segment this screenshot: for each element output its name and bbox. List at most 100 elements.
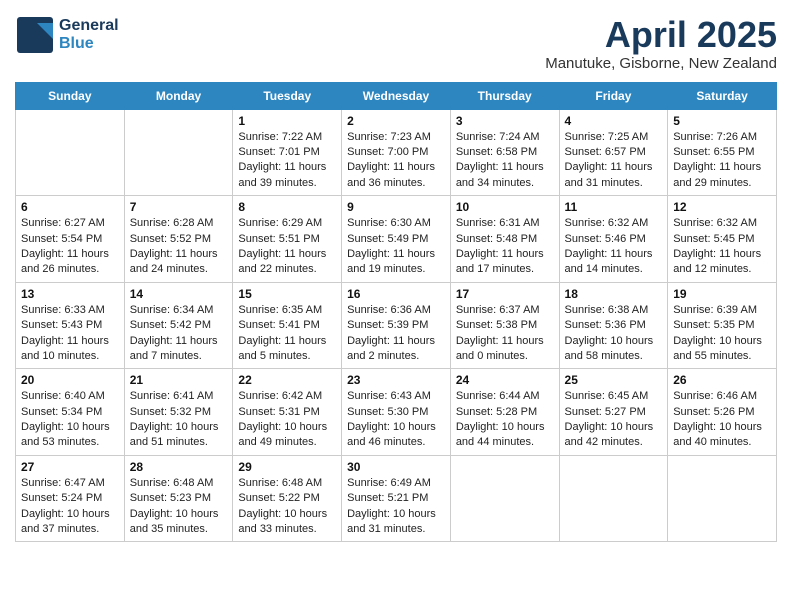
calendar-cell: [668, 455, 777, 542]
day-info: Sunrise: 6:47 AMSunset: 5:24 PMDaylight:…: [21, 476, 119, 538]
day-number: 12: [673, 200, 771, 214]
day-info: Sunrise: 6:28 AMSunset: 5:52 PMDaylight:…: [130, 216, 228, 278]
day-info: Sunrise: 6:48 AMSunset: 5:22 PMDaylight:…: [238, 476, 336, 538]
calendar-cell: 1 Sunrise: 7:22 AMSunset: 7:01 PMDaylight…: [233, 109, 342, 196]
day-number: 1: [238, 114, 336, 128]
title-block: April 2025 Manutuke, Gisborne, New Zeala…: [545, 15, 777, 72]
weekday-header-thursday: Thursday: [450, 82, 559, 109]
day-info: Sunrise: 7:26 AMSunset: 6:55 PMDaylight:…: [673, 130, 771, 192]
day-info: Sunrise: 7:23 AMSunset: 7:00 PMDaylight:…: [347, 130, 445, 192]
day-info: Sunrise: 6:39 AMSunset: 5:35 PMDaylight:…: [673, 303, 771, 365]
day-number: 4: [565, 114, 663, 128]
day-info: Sunrise: 6:29 AMSunset: 5:51 PMDaylight:…: [238, 216, 336, 278]
day-info: Sunrise: 6:36 AMSunset: 5:39 PMDaylight:…: [347, 303, 445, 365]
day-info: Sunrise: 7:25 AMSunset: 6:57 PMDaylight:…: [565, 130, 663, 192]
day-number: 15: [238, 287, 336, 301]
calendar-week-1: 1 Sunrise: 7:22 AMSunset: 7:01 PMDaylight…: [16, 109, 777, 196]
day-info: Sunrise: 6:42 AMSunset: 5:31 PMDaylight:…: [238, 389, 336, 451]
day-info: Sunrise: 6:45 AMSunset: 5:27 PMDaylight:…: [565, 389, 663, 451]
day-info: Sunrise: 6:46 AMSunset: 5:26 PMDaylight:…: [673, 389, 771, 451]
day-number: 20: [21, 373, 119, 387]
calendar-cell: 29 Sunrise: 6:48 AMSunset: 5:22 PMDayligh…: [233, 455, 342, 542]
day-number: 6: [21, 200, 119, 214]
calendar-cell: 20 Sunrise: 6:40 AMSunset: 5:34 PMDayligh…: [16, 369, 125, 456]
calendar-cell: 13 Sunrise: 6:33 AMSunset: 5:43 PMDayligh…: [16, 282, 125, 369]
day-info: Sunrise: 6:33 AMSunset: 5:43 PMDaylight:…: [21, 303, 119, 365]
day-number: 25: [565, 373, 663, 387]
calendar-cell: [16, 109, 125, 196]
calendar-cell: 30Sunrise: 6:49 AMSunset: 5:21 PMDayligh…: [342, 455, 451, 542]
calendar-cell: 19 Sunrise: 6:39 AMSunset: 5:35 PMDayligh…: [668, 282, 777, 369]
day-number: 21: [130, 373, 228, 387]
calendar-cell: 6 Sunrise: 6:27 AMSunset: 5:54 PMDaylight…: [16, 196, 125, 283]
calendar-cell: 22 Sunrise: 6:42 AMSunset: 5:31 PMDayligh…: [233, 369, 342, 456]
day-number: 13: [21, 287, 119, 301]
day-number: 30: [347, 460, 445, 474]
weekday-header-tuesday: Tuesday: [233, 82, 342, 109]
month-year-title: April 2025: [545, 15, 777, 55]
weekday-header-saturday: Saturday: [668, 82, 777, 109]
day-number: 16: [347, 287, 445, 301]
calendar-cell: [559, 455, 668, 542]
day-info: Sunrise: 6:34 AMSunset: 5:42 PMDaylight:…: [130, 303, 228, 365]
day-number: 10: [456, 200, 554, 214]
weekday-header-row: SundayMondayTuesdayWednesdayThursdayFrid…: [16, 82, 777, 109]
weekday-header-wednesday: Wednesday: [342, 82, 451, 109]
calendar-cell: 9Sunrise: 6:30 AMSunset: 5:49 PMDaylight…: [342, 196, 451, 283]
calendar-cell: 24 Sunrise: 6:44 AMSunset: 5:28 PMDayligh…: [450, 369, 559, 456]
logo-general: General: [59, 17, 119, 35]
calendar-cell: 5 Sunrise: 7:26 AMSunset: 6:55 PMDaylight…: [668, 109, 777, 196]
day-number: 19: [673, 287, 771, 301]
weekday-header-monday: Monday: [124, 82, 233, 109]
day-info: Sunrise: 6:31 AMSunset: 5:48 PMDaylight:…: [456, 216, 554, 278]
logo-blue: Blue: [59, 35, 119, 53]
day-number: 3: [456, 114, 554, 128]
day-info: Sunrise: 6:37 AMSunset: 5:38 PMDaylight:…: [456, 303, 554, 365]
calendar-week-3: 13 Sunrise: 6:33 AMSunset: 5:43 PMDayligh…: [16, 282, 777, 369]
calendar-cell: 3 Sunrise: 7:24 AMSunset: 6:58 PMDaylight…: [450, 109, 559, 196]
calendar-cell: 2Sunrise: 7:23 AMSunset: 7:00 PMDaylight…: [342, 109, 451, 196]
day-number: 5: [673, 114, 771, 128]
calendar-cell: 23Sunrise: 6:43 AMSunset: 5:30 PMDayligh…: [342, 369, 451, 456]
day-info: Sunrise: 6:40 AMSunset: 5:34 PMDaylight:…: [21, 389, 119, 451]
calendar-header: SundayMondayTuesdayWednesdayThursdayFrid…: [16, 82, 777, 109]
day-info: Sunrise: 6:32 AMSunset: 5:46 PMDaylight:…: [565, 216, 663, 278]
day-number: 18: [565, 287, 663, 301]
day-number: 29: [238, 460, 336, 474]
day-info: Sunrise: 6:35 AMSunset: 5:41 PMDaylight:…: [238, 303, 336, 365]
day-info: Sunrise: 6:27 AMSunset: 5:54 PMDaylight:…: [21, 216, 119, 278]
calendar-cell: 11 Sunrise: 6:32 AMSunset: 5:46 PMDayligh…: [559, 196, 668, 283]
calendar-cell: 7Sunrise: 6:28 AMSunset: 5:52 PMDaylight…: [124, 196, 233, 283]
day-number: 22: [238, 373, 336, 387]
calendar-cell: 4 Sunrise: 7:25 AMSunset: 6:57 PMDaylight…: [559, 109, 668, 196]
day-number: 26: [673, 373, 771, 387]
calendar-cell: 21Sunrise: 6:41 AMSunset: 5:32 PMDayligh…: [124, 369, 233, 456]
day-number: 14: [130, 287, 228, 301]
logo-text: General Blue: [59, 17, 119, 52]
day-number: 9: [347, 200, 445, 214]
calendar-cell: 10 Sunrise: 6:31 AMSunset: 5:48 PMDayligh…: [450, 196, 559, 283]
calendar-cell: 27Sunrise: 6:47 AMSunset: 5:24 PMDayligh…: [16, 455, 125, 542]
day-number: 17: [456, 287, 554, 301]
weekday-header-sunday: Sunday: [16, 82, 125, 109]
calendar-cell: 8 Sunrise: 6:29 AMSunset: 5:51 PMDaylight…: [233, 196, 342, 283]
calendar-body: 1 Sunrise: 7:22 AMSunset: 7:01 PMDaylight…: [16, 109, 777, 542]
day-number: 24: [456, 373, 554, 387]
day-info: Sunrise: 6:38 AMSunset: 5:36 PMDaylight:…: [565, 303, 663, 365]
calendar-week-5: 27Sunrise: 6:47 AMSunset: 5:24 PMDayligh…: [16, 455, 777, 542]
day-number: 28: [130, 460, 228, 474]
logo-icon: [15, 15, 55, 55]
day-info: Sunrise: 7:24 AMSunset: 6:58 PMDaylight:…: [456, 130, 554, 192]
day-number: 8: [238, 200, 336, 214]
calendar-cell: 18 Sunrise: 6:38 AMSunset: 5:36 PMDayligh…: [559, 282, 668, 369]
day-number: 11: [565, 200, 663, 214]
calendar-cell: 12 Sunrise: 6:32 AMSunset: 5:45 PMDayligh…: [668, 196, 777, 283]
day-number: 23: [347, 373, 445, 387]
day-info: Sunrise: 6:32 AMSunset: 5:45 PMDaylight:…: [673, 216, 771, 278]
calendar-table: SundayMondayTuesdayWednesdayThursdayFrid…: [15, 82, 777, 543]
calendar-cell: 28Sunrise: 6:48 AMSunset: 5:23 PMDayligh…: [124, 455, 233, 542]
day-info: Sunrise: 7:22 AMSunset: 7:01 PMDaylight:…: [238, 130, 336, 192]
calendar-cell: 16 Sunrise: 6:36 AMSunset: 5:39 PMDayligh…: [342, 282, 451, 369]
calendar-week-2: 6 Sunrise: 6:27 AMSunset: 5:54 PMDaylight…: [16, 196, 777, 283]
day-info: Sunrise: 6:44 AMSunset: 5:28 PMDaylight:…: [456, 389, 554, 451]
